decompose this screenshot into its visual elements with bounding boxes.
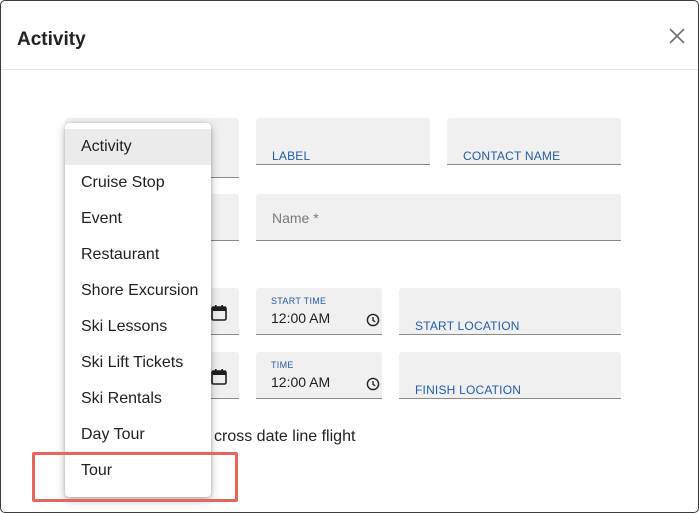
close-icon [669, 28, 685, 44]
contact-name-field[interactable]: CONTACT NAME [447, 118, 621, 165]
end-time-label: TIME [271, 360, 294, 370]
activity-type-menu: Activity Cruise Stop Event Restaurant Sh… [65, 123, 211, 497]
calendar-icon[interactable] [211, 304, 227, 321]
name-field-placeholder: Name * [272, 210, 319, 226]
finish-location-label: FINISH LOCATION [415, 383, 522, 397]
start-time-value: 12:00 AM [271, 310, 331, 326]
calendar-icon[interactable] [211, 368, 227, 385]
menu-item-shore-excursion[interactable]: Shore Excursion [65, 273, 211, 309]
end-time-field[interactable]: TIME 12:00 AM [256, 352, 382, 399]
menu-item-restaurant[interactable]: Restaurant [65, 237, 211, 273]
close-button[interactable] [666, 25, 688, 47]
clock-icon[interactable] [366, 377, 380, 391]
clock-icon[interactable] [366, 313, 380, 327]
label-field-label: LABEL [272, 149, 311, 163]
start-location-field[interactable]: START LOCATION [399, 288, 621, 335]
end-time-value: 12:00 AM [271, 374, 331, 390]
menu-item-ski-lessons[interactable]: Ski Lessons [65, 309, 211, 345]
contact-name-field-label: CONTACT NAME [463, 149, 561, 163]
menu-item-activity[interactable]: Activity [65, 129, 211, 165]
menu-item-ski-rentals[interactable]: Ski Rentals [65, 381, 211, 417]
activity-dialog: Activity LABEL CONTACT NAME Name * START… [0, 0, 699, 513]
menu-item-tour[interactable]: Tour [65, 453, 211, 489]
cross-date-line-checkbox-label[interactable]: cross date line flight [214, 428, 355, 446]
menu-item-event[interactable]: Event [65, 201, 211, 237]
menu-item-cruise-stop[interactable]: Cruise Stop [65, 165, 211, 201]
label-field[interactable]: LABEL [256, 118, 430, 165]
start-time-field[interactable]: START TIME 12:00 AM [256, 288, 382, 335]
menu-item-day-tour[interactable]: Day Tour [65, 417, 211, 453]
start-location-label: START LOCATION [415, 319, 520, 333]
menu-item-ski-lift-tickets[interactable]: Ski Lift Tickets [65, 345, 211, 381]
start-time-label: START TIME [271, 296, 327, 306]
finish-location-field[interactable]: FINISH LOCATION [399, 352, 621, 399]
dialog-header: Activity [1, 1, 698, 70]
name-field[interactable]: Name * [256, 194, 621, 241]
dialog-title: Activity [17, 29, 86, 50]
